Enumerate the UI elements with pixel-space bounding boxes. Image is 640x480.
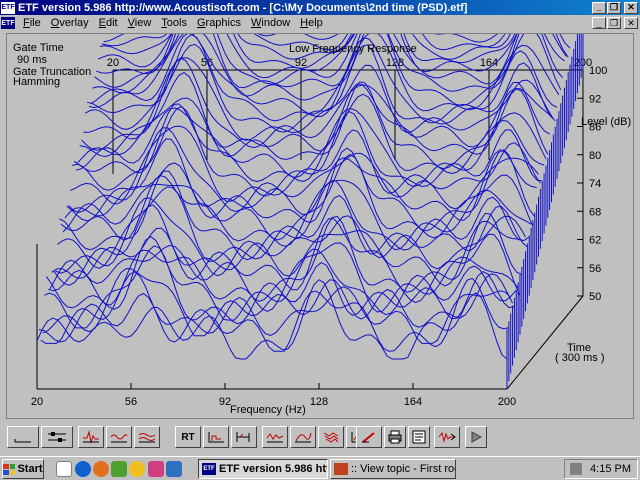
quicklaunch-firefox-icon[interactable] [93,461,109,477]
gate-time-value: 90 ms [17,54,47,66]
doc-close-button[interactable]: ✕ [624,17,638,29]
spectrum-button[interactable] [262,426,288,448]
task-etf[interactable]: ETF ETF version 5.986 htt... [198,459,328,479]
waterfall-button[interactable] [318,426,344,448]
windows-logo-icon [3,463,16,475]
app-icon[interactable]: ETF [1,1,15,14]
gate-truncation-value: Hamming [13,76,61,88]
notes-icon [412,430,426,444]
waterfall-chart: 20 56 92 128 164 20020 56 92 128 164 2001009286807… [31,34,607,408]
rt60-button[interactable]: RT [175,426,201,448]
menu-help[interactable]: Help [295,17,328,29]
play-icon [471,431,483,443]
close-button[interactable]: ✕ [624,1,638,14]
waterfall-trace [58,170,530,261]
waterfall-traces [36,34,584,389]
level-tick-label: 50 [589,291,601,303]
step-response-button[interactable] [203,426,229,448]
overlay-response-button[interactable] [134,426,160,448]
impulse-icon [83,430,99,444]
level-tick-label: 74 [589,178,601,190]
start-label: Start [17,463,43,475]
baseline-icon [14,439,31,443]
bottom-tick-label: 56 [125,396,137,408]
title-bar[interactable]: ETF ETF version 5.986 http://www.Acousti… [0,0,640,15]
waterfall-trace [44,245,515,329]
etf-task-icon: ETF [202,463,216,475]
quicklaunch-messenger-icon[interactable] [129,461,145,477]
level-axis-label: Level (dB) [581,116,632,128]
menu-file[interactable]: File [18,17,46,29]
gate-marker-button[interactable] [231,426,257,448]
plot-title: Low Frequency Response [289,43,417,55]
quicklaunch-folder-icon[interactable] [166,461,182,477]
window-title: ETF version 5.986 http://www.Acoustisoft… [18,1,468,14]
frequency-response-button[interactable] [106,426,132,448]
restore-button[interactable]: ❐ [607,1,621,14]
play-button[interactable] [465,426,487,448]
level-tick-label: 56 [589,263,601,275]
waterfall-plot[interactable]: 20 56 92 128 164 200 20 56 92 128 164 200 100 92 86 80 7… [6,33,634,419]
time-axis-value: ( 300 ms ) [555,352,605,364]
document-icon[interactable]: ETF [1,17,15,29]
menu-view[interactable]: View [123,17,157,29]
top-tick-label: 20 [107,57,119,69]
quicklaunch-media-icon[interactable] [148,461,164,477]
menu-overlay[interactable]: Overlay [46,17,94,29]
marker-icon [362,432,375,443]
gate-settings-button[interactable] [41,426,73,448]
toolbar: RT [0,422,640,452]
bottom-tick-label: 20 [31,396,43,408]
quicklaunch-browser-icon[interactable] [75,461,91,477]
minimize-button[interactable]: _ [592,1,606,14]
baseline-tool-button[interactable] [7,426,39,448]
spectrum-icon [266,433,284,443]
level-tick-label: 80 [589,150,601,162]
sliders-icon [48,432,66,442]
settings-button[interactable] [434,426,460,448]
quicklaunch-desktop-icon[interactable] [56,461,72,477]
system-tray: 4:15 PM [564,459,638,479]
browser-task-icon [334,463,348,475]
waterfall-trace [70,125,541,205]
bottom-tick-label: 200 [498,396,516,408]
gate-time-label: Gate Time [13,42,64,54]
tray-volume-icon[interactable] [570,463,583,475]
level-tick-label: 68 [589,206,601,218]
notes-button[interactable] [408,426,430,448]
bottom-tick-label: 164 [404,396,422,408]
impulse-button[interactable] [78,426,104,448]
menu-bar: ETF File Overlay Edit View Tools Graphic… [0,15,640,31]
menu-graphics[interactable]: Graphics [192,17,246,29]
menu-tools[interactable]: Tools [156,17,192,29]
task-view-topic[interactable]: :: View topic - First room m... [330,459,456,479]
quicklaunch-app-icon[interactable] [111,461,127,477]
printer-icon [388,430,402,444]
gate-marker-icon [236,432,250,442]
marker-button[interactable] [356,426,382,448]
doc-minimize-button[interactable]: _ [592,17,606,29]
menu-edit[interactable]: Edit [94,17,123,29]
overlay-icon [138,433,156,443]
level-tick-label: 62 [589,235,601,247]
waterfall-icon [323,432,339,443]
bottom-tick-label: 128 [310,396,328,408]
level-tick-label: 92 [589,93,601,105]
frequency-axis-label: Frequency (Hz) [230,404,306,416]
signal-settings-icon [438,431,456,443]
print-button[interactable] [384,426,406,448]
phase-button[interactable] [290,426,316,448]
level-tick-label: 100 [589,65,607,77]
freq-response-icon [110,434,128,443]
start-button[interactable]: Start [2,459,44,479]
doc-restore-button[interactable]: ❐ [607,17,621,29]
phase-icon [295,432,312,443]
taskbar: Start ETF ETF version 5.986 htt... :: Vi… [0,456,640,480]
step-icon [208,432,224,443]
menu-window[interactable]: Window [246,17,295,29]
clock[interactable]: 4:15 PM [590,463,631,475]
waterfall-trace [51,212,523,293]
